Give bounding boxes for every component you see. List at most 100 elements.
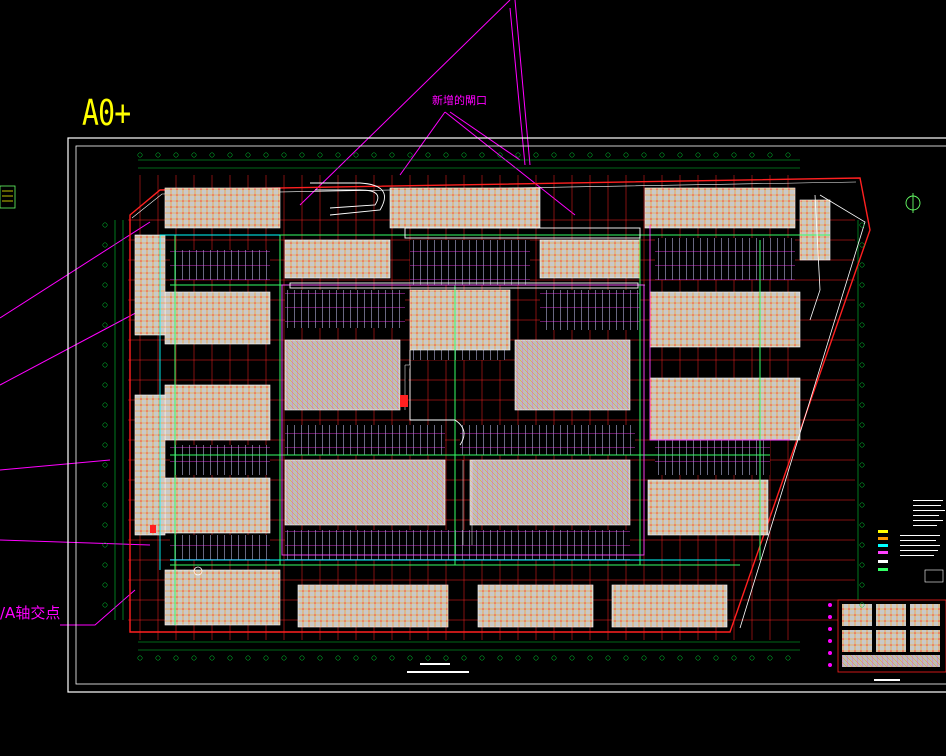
axis-bubble xyxy=(137,152,143,158)
axis-bubble xyxy=(515,152,521,158)
axis-bubble xyxy=(102,362,108,368)
axis-bubble xyxy=(299,655,305,661)
axis-bubble xyxy=(102,462,108,468)
axis-bubble xyxy=(859,562,865,568)
axis-bubble xyxy=(859,382,865,388)
axis-bubble xyxy=(859,342,865,348)
axis-bubble xyxy=(461,152,467,158)
axis-bubble xyxy=(102,422,108,428)
axis-bubble xyxy=(785,152,791,158)
floor-plan-drawing xyxy=(0,0,946,693)
axis-bubble xyxy=(713,152,719,158)
axis-bubble xyxy=(623,152,629,158)
axis-bubble xyxy=(443,152,449,158)
axis-bubble xyxy=(102,382,108,388)
axis-bubble xyxy=(731,655,737,661)
axis-bubble xyxy=(209,152,215,158)
axis-bubble xyxy=(407,655,413,661)
axis-bubble xyxy=(102,502,108,508)
axis-bubble xyxy=(605,655,611,661)
axis-bubble xyxy=(533,152,539,158)
axis-bubble xyxy=(749,152,755,158)
axis-bubble xyxy=(859,502,865,508)
axis-bubble xyxy=(515,655,521,661)
axis-bubble xyxy=(859,422,865,428)
axis-bubble xyxy=(102,522,108,528)
axis-bubble xyxy=(227,655,233,661)
axis-bubble xyxy=(299,152,305,158)
axis-bubble xyxy=(263,152,269,158)
north-arrow-icon xyxy=(905,193,921,213)
axis-bubble xyxy=(281,655,287,661)
cad-canvas[interactable]: A0+ 新增的閘口 /A轴交点 xyxy=(0,0,946,751)
axis-bubble xyxy=(859,322,865,328)
axis-bubble xyxy=(859,302,865,308)
axis-bubble xyxy=(479,152,485,158)
axis-bubble xyxy=(389,152,395,158)
axis-bubble xyxy=(102,282,108,288)
axis-bubble xyxy=(623,655,629,661)
axis-bubble xyxy=(191,655,197,661)
axis-bubble xyxy=(173,655,179,661)
axis-bubble xyxy=(263,655,269,661)
axis-bubble xyxy=(859,482,865,488)
axis-bubble xyxy=(245,152,251,158)
axis-bubble xyxy=(767,655,773,661)
axis-bubble xyxy=(443,655,449,661)
axis-bubble xyxy=(785,655,791,661)
axis-bubble xyxy=(335,655,341,661)
axis-bubble xyxy=(102,242,108,248)
key-plan xyxy=(828,599,946,673)
axis-bubble xyxy=(695,655,701,661)
axis-bubble xyxy=(677,655,683,661)
axis-bubble xyxy=(859,522,865,528)
axis-bubble xyxy=(859,222,865,228)
axis-bubble xyxy=(389,655,395,661)
axis-bubble xyxy=(859,262,865,268)
axis-bubble xyxy=(859,542,865,548)
axis-bubble xyxy=(551,655,557,661)
axis-bubble xyxy=(677,152,683,158)
axis-bubble xyxy=(479,655,485,661)
axis-bubble xyxy=(335,152,341,158)
axis-bubble xyxy=(659,152,665,158)
axis-bubble xyxy=(859,282,865,288)
axis-bubble xyxy=(317,655,323,661)
axis-bubble xyxy=(102,322,108,328)
sheet-size-label: A0+ xyxy=(82,93,131,134)
axis-bubble xyxy=(605,152,611,158)
axis-bubble xyxy=(102,262,108,268)
axis-bubble xyxy=(191,152,197,158)
axis-bubble xyxy=(859,442,865,448)
axis-bubble xyxy=(425,152,431,158)
axis-bubble xyxy=(173,152,179,158)
axis-bubble xyxy=(155,655,161,661)
axis-bubble xyxy=(859,242,865,248)
axis-bubble xyxy=(209,655,215,661)
axis-bubble xyxy=(102,482,108,488)
callout-note-new: 新增的閘口 xyxy=(432,94,487,107)
axis-bubble xyxy=(859,402,865,408)
callout-note-axis: /A轴交点 xyxy=(0,604,61,622)
axis-bubble xyxy=(102,302,108,308)
axis-bubble xyxy=(371,655,377,661)
axis-bubble xyxy=(353,152,359,158)
axis-bubble xyxy=(695,152,701,158)
axis-bubble xyxy=(533,655,539,661)
axis-bubble xyxy=(767,152,773,158)
axis-bubble xyxy=(137,655,143,661)
axis-bubble xyxy=(641,655,647,661)
axis-bubble xyxy=(281,152,287,158)
axis-bubble xyxy=(749,655,755,661)
axis-bubble xyxy=(569,655,575,661)
axis-bubble xyxy=(659,655,665,661)
axis-bubble xyxy=(461,655,467,661)
axis-bubble xyxy=(407,152,413,158)
axis-bubble xyxy=(245,655,251,661)
axis-bubble xyxy=(713,655,719,661)
axis-bubble xyxy=(102,342,108,348)
axis-bubble xyxy=(859,582,865,588)
axis-bubble xyxy=(353,655,359,661)
axis-bubble xyxy=(227,152,233,158)
axis-bubble xyxy=(551,152,557,158)
